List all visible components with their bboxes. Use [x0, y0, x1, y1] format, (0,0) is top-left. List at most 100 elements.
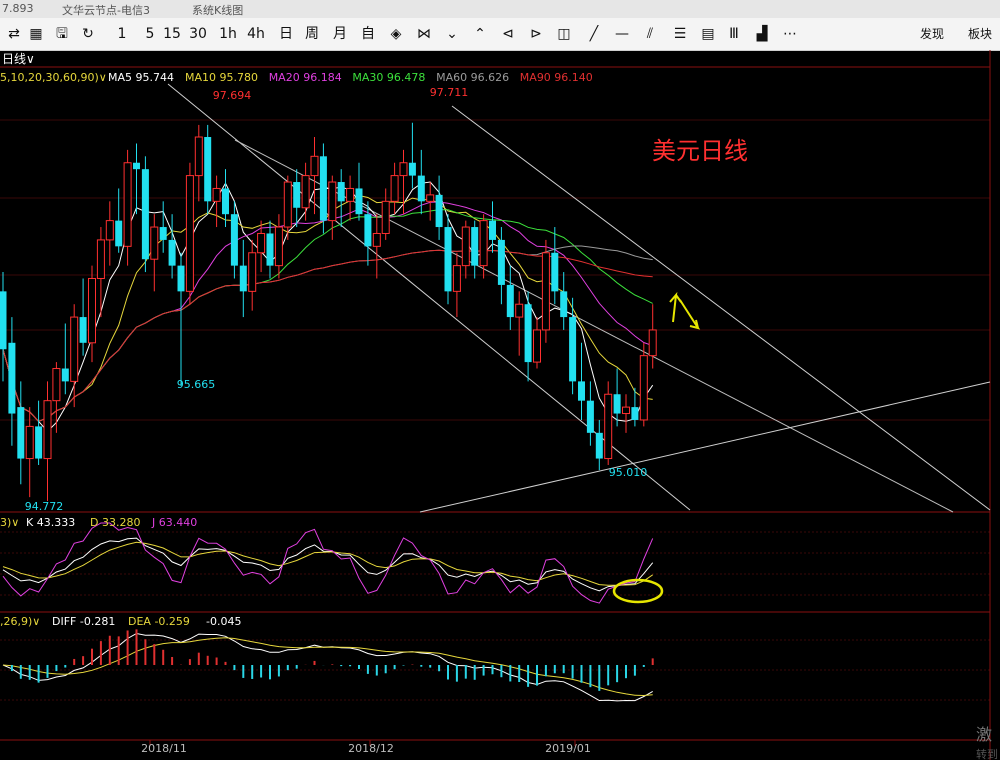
grid-lines — [0, 50, 991, 760]
bars-icon[interactable]: Ⅲ — [722, 25, 746, 43]
candle — [524, 291, 532, 382]
server-name: 文华云节点-电信3 — [62, 4, 150, 17]
candle — [586, 381, 594, 446]
candle — [444, 214, 452, 305]
candle-body-down — [141, 169, 149, 260]
candle-body-up — [257, 232, 266, 254]
candle-body-down — [204, 137, 212, 202]
macd-params: ,26,9)∨ — [0, 615, 40, 628]
candle-body-up — [533, 329, 541, 363]
candle — [381, 188, 390, 240]
candle — [648, 304, 657, 369]
macd-value: -0.045 — [206, 615, 241, 628]
period-周[interactable]: 周 — [300, 25, 324, 43]
panel-icon[interactable]: ◫ — [552, 25, 576, 43]
ma-legend-ma60: MA60 96.626 — [436, 71, 509, 84]
title-bar: 7.893 文华云节点-电信3 系统K线图 — [0, 0, 1000, 18]
time-axis-label: 2019/01 — [545, 742, 591, 755]
period-1h[interactable]: 1h — [216, 25, 240, 43]
chevron-down-icon[interactable]: ⌄ — [440, 25, 464, 43]
candle-body-down — [266, 233, 274, 266]
candle — [560, 272, 568, 330]
period-5[interactable]: 5 — [138, 25, 162, 43]
candle-body-up — [461, 226, 470, 267]
candle — [230, 201, 238, 279]
chart-name: 系统K线图 — [192, 4, 244, 17]
candle — [461, 220, 470, 279]
candle — [390, 162, 399, 215]
macd-dea-value: DEA -0.259 — [128, 615, 190, 628]
ma-legend-ma20: MA20 96.184 — [269, 71, 342, 84]
sector-button[interactable]: 板块 — [968, 25, 992, 43]
price-annotation: 97.711 — [430, 86, 469, 99]
price-annotation: 95.010 — [609, 466, 648, 479]
candle — [194, 124, 203, 202]
candle-body-down — [222, 188, 229, 215]
chart-icon[interactable]: ▟ — [750, 25, 774, 43]
candle — [372, 214, 381, 279]
candle-body-down — [239, 265, 247, 292]
list-icon[interactable]: ▤ — [696, 25, 720, 43]
period-15[interactable]: 15 — [160, 25, 184, 43]
kdj-d-line — [2, 541, 653, 586]
last-price: 7.893 — [2, 2, 34, 15]
menu-icon[interactable]: ☰ — [668, 25, 692, 43]
kdj-params: 3)∨ — [0, 516, 19, 529]
candle-body-down — [355, 188, 363, 215]
candle — [310, 137, 319, 215]
candle-body-down — [17, 407, 25, 459]
candle-body-up — [310, 155, 319, 177]
period-日[interactable]: 日 — [274, 25, 298, 43]
candle — [35, 400, 43, 465]
chevron-up-icon[interactable]: ⌃ — [468, 25, 492, 43]
time-axis-label: 2018/12 — [348, 742, 394, 755]
candle — [159, 201, 167, 253]
candle — [177, 252, 185, 386]
candle-body-down — [408, 162, 416, 176]
candle-body-up — [212, 187, 221, 202]
save-icon[interactable]: 🖫 — [50, 25, 74, 43]
candle — [133, 143, 140, 215]
candle-body-up — [96, 239, 105, 279]
period-4h[interactable]: 4h — [244, 25, 268, 43]
candle-body-down — [79, 317, 87, 343]
right-arrow-icon[interactable]: ⊳ — [524, 25, 548, 43]
candle — [479, 214, 488, 279]
period-30[interactable]: 30 — [186, 25, 210, 43]
candle-body-up — [515, 303, 524, 318]
diamond-icon[interactable]: ◈ — [384, 25, 408, 43]
candle-body-up — [381, 200, 390, 234]
hline-tool-icon[interactable]: — — [610, 25, 634, 43]
period-selector[interactable]: 日线∨ — [2, 52, 35, 66]
candle-body-down — [560, 291, 568, 318]
period-1[interactable]: 1 — [110, 25, 134, 43]
candle-body-down — [613, 394, 621, 414]
layout-icon[interactable]: ▦ — [24, 25, 48, 43]
candle — [266, 220, 274, 279]
candle-body-down — [61, 368, 69, 382]
candle-body-down — [471, 227, 479, 266]
period-自[interactable]: 自 — [356, 25, 380, 43]
swap-icon[interactable]: ⇄ — [2, 25, 26, 43]
candle-body-down — [551, 252, 559, 292]
candle-body-up — [88, 277, 96, 344]
candle-body-down — [364, 214, 372, 247]
candle — [515, 291, 524, 356]
more-icon[interactable]: ⋯ — [778, 25, 802, 43]
candle-body-up — [346, 187, 355, 202]
kline-chart[interactable]: 日线∨ 5,10,20,30,60,90)∨ MA5 95.744 MA10 95.7… — [0, 50, 1000, 760]
candle — [204, 124, 212, 215]
period-月[interactable]: 月 — [328, 25, 352, 43]
refresh-icon[interactable]: ↻ — [76, 25, 100, 43]
candle-body-up — [622, 406, 630, 415]
candle — [25, 407, 34, 498]
discover-button[interactable]: 发现 — [920, 25, 944, 43]
line-tool-icon[interactable]: ╱ — [582, 25, 606, 43]
candle — [355, 162, 363, 221]
left-arrow-icon[interactable]: ⊲ — [496, 25, 520, 43]
candle-body-up — [52, 368, 61, 402]
candle-body-up — [390, 175, 399, 202]
parallel-tool-icon[interactable]: ⫽ — [638, 25, 662, 43]
up-arrow-annotation — [669, 291, 682, 323]
bowtie-icon[interactable]: ⋈ — [412, 25, 436, 43]
